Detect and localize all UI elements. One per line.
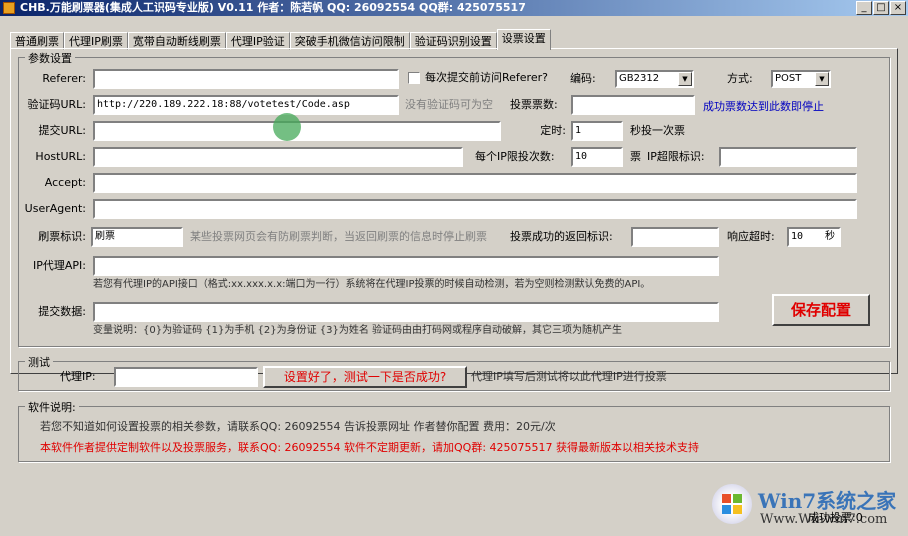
windows-logo-icon (712, 484, 752, 524)
encoding-value: GB2312 (619, 73, 660, 84)
post-data-input[interactable] (93, 302, 719, 322)
votes-input[interactable] (571, 95, 695, 115)
tab-bar: 普通刷票 代理IP刷票 宽带自动断线刷票 代理IP验证 突破手机微信访问限制 验… (10, 29, 551, 50)
minimize-button[interactable]: _ (856, 1, 872, 15)
referer-label: Referer: (42, 72, 86, 85)
useragent-input[interactable] (93, 199, 857, 219)
proxy-api-hint: 若您有代理IP的API接口（格式:xx.xxx.x.x:端口为一行）系统将在代理… (93, 279, 651, 290)
test-group-label: 测试 (25, 354, 53, 370)
brush-flag-label: 刷票标识: (38, 230, 86, 243)
encoding-label: 编码: (570, 72, 596, 85)
timeout-label: 响应超时: (727, 230, 775, 243)
timer-unit: 秒投一次票 (630, 124, 685, 137)
votes-hint: 成功票数达到此数即停止 (703, 100, 824, 113)
method-value: POST (775, 73, 802, 84)
ip-limit-input[interactable] (719, 147, 857, 167)
about-line-1: 若您不知道如何设置投票的相关参数，请联系QQ: 26092554 告诉投票网址 … (40, 420, 556, 433)
brush-flag-input[interactable]: 刷票 (91, 227, 183, 247)
params-group-label: 参数设置 (25, 50, 75, 66)
close-button[interactable]: × (890, 1, 906, 15)
submit-url-label: 提交URL: (38, 124, 86, 137)
method-select[interactable]: POST ▼ (771, 70, 831, 88)
captcha-url-label: 验证码URL: (27, 98, 86, 111)
method-label: 方式: (727, 72, 753, 85)
about-group-label: 软件说明: (25, 399, 79, 415)
host-url-label: HostURL: (35, 150, 86, 163)
success-flag-input[interactable] (631, 227, 719, 247)
visit-referer-label: 每次提交前访问Referer? (425, 71, 548, 84)
timer-input[interactable]: 1 (571, 121, 623, 141)
timeout-unit: 秒 (825, 231, 835, 242)
proxy-api-label: IP代理API: (33, 259, 86, 272)
proxy-ip-label: 代理IP: (60, 370, 96, 383)
title-bar: CHB.万能刷票器(集成人工识码专业版) V0.11 作者：陈若帆 QQ: 26… (0, 0, 908, 16)
useragent-label: UserAgent: (24, 202, 86, 215)
post-data-hint: 变量说明：{0}为验证码 {1}为手机 {2}为身份证 {3}为姓名 验证码由由… (93, 325, 623, 336)
encoding-select[interactable]: GB2312 ▼ (615, 70, 694, 88)
tab-vote-settings[interactable]: 设票设置 (496, 29, 551, 50)
per-ip-label: 每个IP限投次数: (475, 150, 555, 163)
per-ip-input[interactable]: 10 (571, 147, 623, 167)
test-hint: 代理IP填写后测试将以此代理IP进行投票 (471, 370, 667, 383)
save-config-button[interactable]: 保存配置 (772, 294, 870, 326)
chevron-down-icon: ▼ (678, 72, 692, 86)
success-count: 成功投票:0 (808, 511, 863, 524)
brush-flag-hint: 某些投票网页会有防刷票判断，当返回刷票的信息时停止刷票 (190, 230, 487, 243)
test-button[interactable]: 设置好了，测试一下是否成功? (263, 366, 467, 388)
visit-referer-checkbox[interactable] (408, 72, 420, 84)
chevron-down-icon: ▼ (815, 72, 829, 86)
success-flag-label: 投票成功的返回标识: (510, 230, 613, 243)
per-ip-unit: 票 (630, 150, 641, 163)
cursor-highlight (273, 113, 301, 141)
host-url-input[interactable] (93, 147, 463, 167)
referer-input[interactable] (93, 69, 399, 89)
accept-label: Accept: (44, 176, 86, 189)
app-icon (3, 2, 15, 14)
accept-input[interactable] (93, 173, 857, 193)
captcha-hint: 没有验证码可为空 (405, 98, 493, 111)
votes-label: 投票票数: (510, 98, 558, 111)
captcha-url-input[interactable]: http://220.189.222.18:88/votetest/Code.a… (93, 95, 399, 115)
proxy-ip-input[interactable] (114, 367, 258, 387)
ip-limit-label: IP超限标识: (647, 150, 705, 163)
proxy-api-input[interactable] (93, 256, 719, 276)
timeout-input[interactable]: 10 秒 (787, 227, 841, 247)
window-title: CHB.万能刷票器(集成人工识码专业版) V0.11 作者：陈若帆 QQ: 26… (20, 1, 526, 14)
post-data-label: 提交数据: (38, 305, 86, 318)
maximize-button[interactable]: □ (873, 1, 889, 15)
about-line-2: 本软件作者提供定制软件以及投票服务，联系QQ: 26092554 软件不定期更新… (40, 441, 700, 454)
timer-label: 定时: (540, 124, 566, 137)
timeout-value: 10 (791, 231, 804, 242)
